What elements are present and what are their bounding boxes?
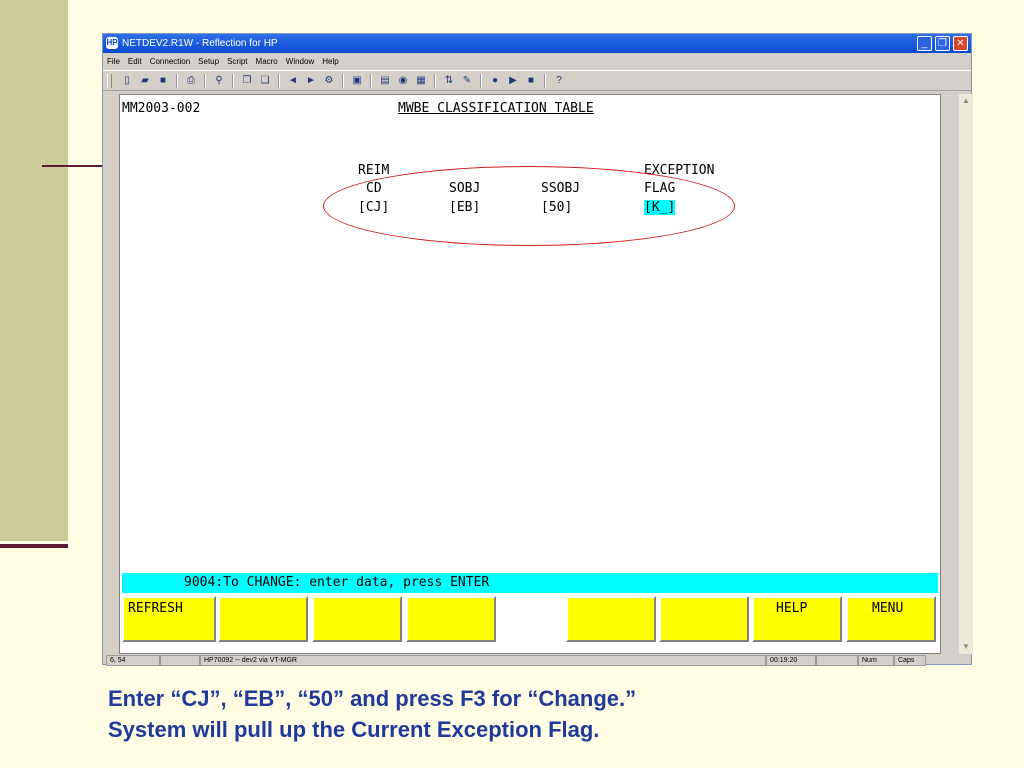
save-icon[interactable]: ■ (156, 74, 170, 88)
num-lock-indicator: Num (858, 655, 894, 666)
menu-connection[interactable]: Connection (146, 57, 194, 66)
cd-field[interactable]: [CJ] (358, 200, 389, 215)
cursor-position: 6, 54 (106, 655, 160, 666)
help-icon[interactable]: ? (552, 74, 566, 88)
menu-edit[interactable]: Edit (124, 57, 146, 66)
menu-macro[interactable]: Macro (252, 57, 282, 66)
stop-icon[interactable]: ■ (524, 74, 538, 88)
scroll-up-icon[interactable]: ▲ (959, 94, 973, 108)
open-icon[interactable]: ▰ (138, 74, 152, 88)
terminal-screen[interactable]: MM2003-002 MWBE CLASSIFICATION TABLE REI… (119, 94, 941, 654)
slide-caption: Enter “CJ”, “EB”, “50” and press F3 for … (108, 683, 1008, 745)
header-ssobj: SSOBJ (541, 181, 581, 196)
toolbar-separator (278, 73, 280, 88)
title-bar[interactable]: HP NETDEV2.R1W - Reflection for HP _ ❐ ✕ (103, 34, 971, 53)
exception-flag-field[interactable]: [K_] (644, 200, 676, 215)
slide-accent-line (42, 165, 102, 167)
toolbar-separator (370, 73, 372, 88)
screen-id: MM2003-002 (122, 101, 201, 116)
color-icon[interactable]: ◉ (396, 74, 410, 88)
f5-button[interactable] (566, 596, 656, 642)
toolbar-separator (176, 73, 178, 88)
toolbar-separator (204, 73, 206, 88)
slide-left-bar (0, 0, 68, 541)
minimize-button[interactable]: _ (917, 36, 932, 51)
paste-icon[interactable]: ❏ (258, 74, 272, 88)
menu-setup[interactable]: Setup (194, 57, 223, 66)
header-sobj: SOBJ (449, 181, 481, 196)
f2-button[interactable] (218, 596, 308, 642)
toolbar-separator (434, 73, 436, 88)
status-bar: 6, 54 HP70092 -- dev2 via VT-MGR 00:19:2… (103, 655, 971, 666)
new-icon[interactable]: ▯ (120, 74, 134, 88)
connect-icon[interactable]: ◄ (286, 74, 300, 88)
app-window: HP NETDEV2.R1W - Reflection for HP _ ❐ ✕… (102, 33, 973, 666)
app-icon: HP (106, 37, 118, 49)
maximize-button[interactable]: ❐ (935, 36, 950, 51)
caps-lock-indicator: Caps (894, 655, 926, 666)
terminal-icon[interactable]: ▣ (350, 74, 364, 88)
menu-window[interactable]: Window (282, 57, 318, 66)
slide-accent-line-bottom (0, 544, 68, 548)
f1-refresh-button[interactable]: REFRESH (122, 596, 216, 642)
toolbar-separator (480, 73, 482, 88)
status-empty-1 (160, 655, 200, 666)
sobj-field[interactable]: [EB] (449, 200, 480, 215)
print-icon[interactable]: ⎙ (184, 74, 198, 88)
menu-bar: File Edit Connection Setup Script Macro … (103, 53, 971, 69)
screen-title: MWBE CLASSIFICATION TABLE (398, 101, 594, 116)
f6-button[interactable] (659, 596, 749, 642)
toolbar-separator (544, 73, 546, 88)
toolbar-grip[interactable] (107, 73, 112, 88)
disconnect-icon[interactable]: ► (304, 74, 318, 88)
f8-menu-button[interactable]: MENU (846, 596, 936, 642)
window-title: NETDEV2.R1W - Reflection for HP (122, 38, 278, 49)
header-flag: FLAG (644, 181, 676, 196)
f7-help-button[interactable]: HELP (752, 596, 842, 642)
vertical-scrollbar[interactable]: ▲ ▼ (959, 94, 973, 654)
session-time: 00:19:20 (766, 655, 816, 666)
menu-script[interactable]: Script (223, 57, 251, 66)
toolbar: ▯ ▰ ■ ⎙ ⚲ ❐ ❏ ◄ ► ⚙ ▣ ▤ ◉ ▦ ⇅ ✎ ● ▶ ■ ? (103, 70, 971, 91)
play-icon[interactable]: ▶ (506, 74, 520, 88)
fkey-gap (498, 596, 564, 642)
ssobj-field[interactable]: [50] (541, 200, 572, 215)
menu-help[interactable]: Help (318, 57, 342, 66)
settings-icon[interactable]: ⚙ (322, 74, 336, 88)
display-icon[interactable]: ▤ (378, 74, 392, 88)
keyboard-icon[interactable]: ▦ (414, 74, 428, 88)
header-reim: REIM (358, 163, 390, 178)
macro-icon[interactable]: ✎ (460, 74, 474, 88)
function-key-bar: REFRESH HELP MENU (122, 596, 938, 642)
host-info: HP70092 -- dev2 via VT-MGR (200, 655, 766, 666)
caption-line-2: System will pull up the Current Exceptio… (108, 717, 600, 742)
caption-line-1: Enter “CJ”, “EB”, “50” and press F3 for … (108, 686, 637, 711)
scroll-down-icon[interactable]: ▼ (959, 640, 973, 654)
header-cd: CD (366, 181, 382, 196)
find-icon[interactable]: ⚲ (212, 74, 226, 88)
copy-icon[interactable]: ❐ (240, 74, 254, 88)
record-icon[interactable]: ● (488, 74, 502, 88)
menu-file[interactable]: File (103, 57, 124, 66)
message-line: 9004:To CHANGE: enter data, press ENTER (122, 573, 938, 593)
status-empty-2 (816, 655, 858, 666)
f3-button[interactable] (312, 596, 402, 642)
message-text: 9004:To CHANGE: enter data, press ENTER (184, 575, 490, 590)
f4-button[interactable] (406, 596, 496, 642)
header-exception: EXCEPTION (644, 163, 715, 178)
toolbar-separator (232, 73, 234, 88)
close-button[interactable]: ✕ (953, 36, 968, 51)
transfer-icon[interactable]: ⇅ (442, 74, 456, 88)
toolbar-separator (342, 73, 344, 88)
